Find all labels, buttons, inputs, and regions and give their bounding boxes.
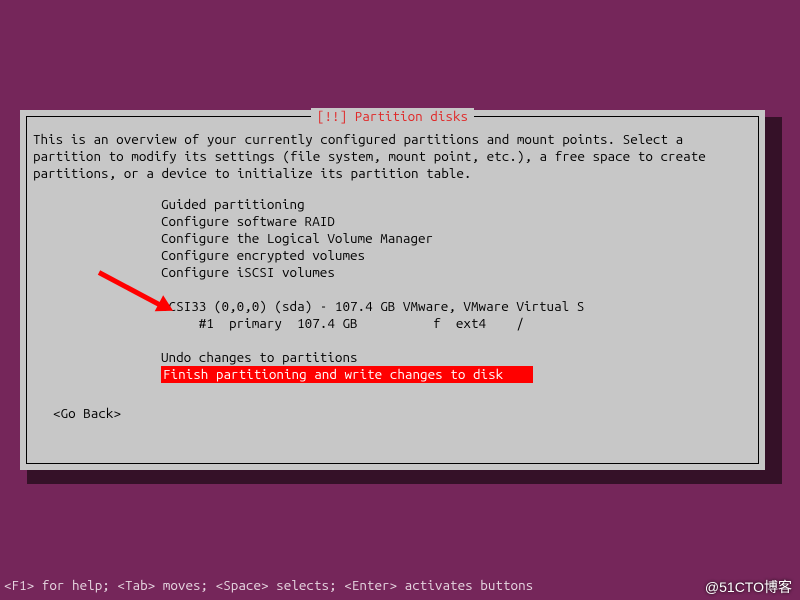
partition-dialog: [!!] Partition disks This is an overview… [20, 110, 765, 470]
menu-raid[interactable]: Configure software RAID [161, 213, 752, 230]
intro-text: This is an overview of your currently co… [33, 131, 752, 182]
menu-enc[interactable]: Configure encrypted volumes [161, 247, 752, 264]
partition-row[interactable]: #1 primary 107.4 GB f ext4 / [161, 315, 752, 332]
menu-undo[interactable]: Undo changes to partitions [161, 349, 752, 366]
menu-lvm[interactable]: Configure the Logical Volume Manager [161, 230, 752, 247]
watermark: @51CTO博客 [705, 579, 792, 596]
go-back-button[interactable]: <Go Back> [53, 405, 121, 422]
menu-iscsi[interactable]: Configure iSCSI volumes [161, 264, 752, 281]
menu-guided[interactable]: Guided partitioning [161, 196, 752, 213]
dialog-title: [!!] Partition disks [311, 108, 474, 124]
hint-bar: <F1> for help; <Tab> moves; <Space> sele… [0, 577, 800, 594]
disk-header[interactable]: SCSI33 (0,0,0) (sda) - 107.4 GB VMware, … [161, 298, 752, 315]
dialog-frame: [!!] Partition disks This is an overview… [26, 116, 759, 464]
menu-finish[interactable]: Finish partitioning and write changes to… [161, 366, 752, 383]
